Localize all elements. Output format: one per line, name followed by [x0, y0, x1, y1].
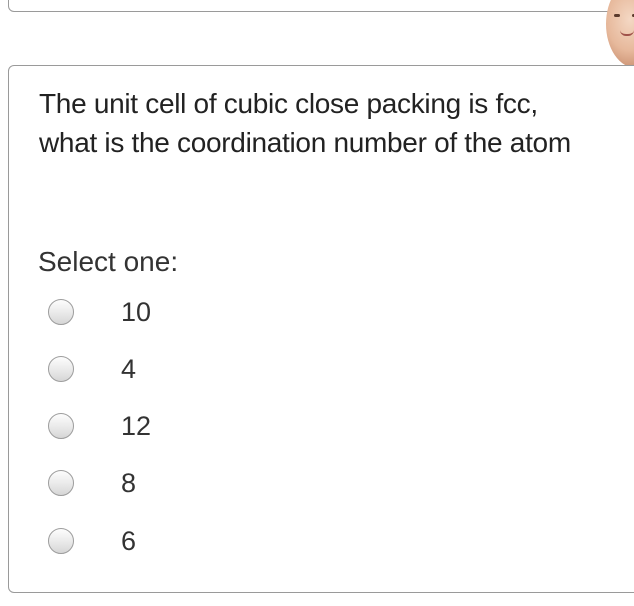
answer-option[interactable]: 8	[47, 463, 347, 503]
answer-option-label[interactable]: 4	[121, 349, 136, 389]
user-avatar-icon[interactable]	[606, 0, 634, 68]
radio-unselected-icon[interactable]	[48, 528, 74, 554]
avatar-mouth	[620, 30, 634, 36]
answer-option-label[interactable]: 6	[121, 521, 136, 561]
radio-unselected-icon[interactable]	[48, 413, 74, 439]
radio-unselected-icon[interactable]	[48, 356, 74, 382]
answer-option[interactable]: 6	[47, 521, 347, 561]
question-text: The unit cell of cubic close packing is …	[39, 88, 571, 158]
select-one-label: Select one:	[38, 246, 179, 277]
radio-unselected-icon[interactable]	[48, 470, 74, 496]
question-card: The unit cell of cubic close packing is …	[8, 65, 634, 593]
answer-option-label[interactable]: 12	[121, 406, 151, 446]
previous-question-card	[8, 0, 622, 12]
answer-option[interactable]: 12	[47, 406, 347, 446]
answer-option-label[interactable]: 10	[121, 292, 151, 332]
avatar-eye	[614, 14, 620, 17]
answer-option-label[interactable]: 8	[121, 463, 136, 503]
answer-option[interactable]: 10	[47, 292, 347, 332]
quiz-page: The unit cell of cubic close packing is …	[0, 0, 634, 606]
answer-option[interactable]: 4	[47, 349, 347, 389]
radio-unselected-icon[interactable]	[48, 299, 74, 325]
